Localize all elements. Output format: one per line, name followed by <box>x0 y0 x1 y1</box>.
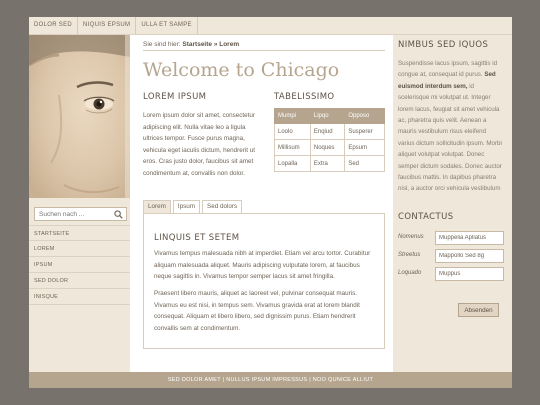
left-nav-item-sed-dolor[interactable]: SED DOLOR <box>29 273 130 289</box>
loquado-field[interactable] <box>435 267 504 281</box>
tab-lorem[interactable]: Lorem <box>143 200 171 213</box>
left-nav: STARTSEITE LOREM IPSUM SED DOLOR INISQUE <box>29 225 130 305</box>
nomenus-label: Nomenus <box>398 234 424 240</box>
nomenus-field[interactable] <box>435 231 504 245</box>
contact-heading: CONTACTUS <box>398 212 454 222</box>
tab-panel-paragraph: Praesent libero mauris, aliquet ac laore… <box>154 290 360 332</box>
table-header-row: Mumpi Lipqo Opposo <box>274 108 385 124</box>
lorem-paragraph: Lorem ipsum dolor sit amet, consectetur … <box>143 112 256 177</box>
breadcrumb: Sie sind hier: Startseite » Lorem <box>143 41 239 48</box>
top-nav-item-dolor-sed[interactable]: DOLOR SED <box>29 17 79 34</box>
left-nav-item-inisque[interactable]: INISQUE <box>29 289 130 305</box>
table-header-cell: Opposo <box>344 108 385 124</box>
nimbus-text: id scelerisque mi volutpat ut. Integer l… <box>398 82 502 193</box>
table-heading: TABELISSIMO <box>274 92 335 102</box>
streetus-field[interactable] <box>435 249 504 263</box>
search-box <box>34 207 127 221</box>
tab-panel: LINQUIS ET SETEM Vivamus tempus malesuad… <box>143 213 385 349</box>
left-nav-item-ipsum[interactable]: IPSUM <box>29 257 130 273</box>
search-input[interactable] <box>35 208 111 220</box>
table-row: Loolo Enqiud Susperer <box>274 123 385 140</box>
top-nav-item-ulla-et-sampe[interactable]: ULLA ET SAMPE <box>136 17 198 34</box>
table-cell: Sed <box>344 155 385 172</box>
table-cell: Susperer <box>344 123 385 140</box>
breadcrumb-path[interactable]: Startseite » Lorem <box>182 41 239 48</box>
data-table: Mumpi Lipqo Opposo Loolo Enqiud Susperer… <box>274 108 385 172</box>
streetus-label: Streetus <box>398 252 421 258</box>
right-sidebar: NIMBUS SED IQUOS Suspendisse lacus ipsum… <box>393 35 512 372</box>
footer: SED DOLOR AMET | NULLUS IPSUM IMPRESSUS … <box>29 372 512 388</box>
breadcrumb-prefix: Sie sind hier: <box>143 41 181 48</box>
table-cell: Epsum <box>344 139 385 156</box>
breadcrumb-divider <box>143 50 385 51</box>
table-header-cell: Mumpi <box>274 108 311 124</box>
left-sidebar: STARTSEITE LOREM IPSUM SED DOLOR INISQUE <box>29 35 130 372</box>
table-cell: Noques <box>309 139 346 156</box>
tab-sed-dolors[interactable]: Sed dolors <box>202 200 243 213</box>
top-nav: DOLOR SED NIQUIS EPSUM ULLA ET SAMPE <box>29 17 512 35</box>
table-cell: Loolo <box>274 123 311 140</box>
table-row: Lopalla Extra Sed <box>274 155 385 172</box>
form-row-loquado: Loquado <box>398 267 508 281</box>
content-tabs: Lorem Ipsum Sed dolors <box>143 200 244 213</box>
search-icon[interactable] <box>114 210 123 219</box>
nimbus-paragraph: Suspendisse lacus ipsum, sagittis id con… <box>398 58 504 195</box>
top-nav-item-niquis-epsum[interactable]: NIQUIS EPSUM <box>78 17 137 34</box>
loquado-label: Loquado <box>398 270 422 276</box>
table-cell: Lopalla <box>274 155 311 172</box>
nimbus-text: Suspendisse lacus ipsum, sagittis id con… <box>398 60 498 79</box>
send-button[interactable]: Absenden <box>458 303 499 317</box>
table-cell: Millisum <box>274 139 311 156</box>
form-row-streetus: Streetus <box>398 249 508 263</box>
page-title: Welcome to Chicago <box>143 59 340 81</box>
tab-panel-heading: LINQUIS ET SETEM <box>154 233 240 243</box>
table-header-cell: Lipqo <box>309 108 346 124</box>
left-nav-item-lorem[interactable]: LOREM <box>29 241 130 257</box>
table-row: Millisum Noques Epsum <box>274 139 385 156</box>
tab-panel-paragraph: Vivamus tempus malesuada nibh at imperdi… <box>154 250 371 280</box>
page: DOLOR SED NIQUIS EPSUM ULLA ET SAMPE Suc… <box>29 17 512 388</box>
tab-ipsum[interactable]: Ipsum <box>172 200 201 213</box>
lorem-heading: LOREM IPSUM <box>143 92 207 102</box>
nimbus-heading: NIMBUS SED IQUOS <box>398 40 489 50</box>
left-nav-item-startseite[interactable]: STARTSEITE <box>29 225 130 241</box>
table-cell: Enqiud <box>309 123 346 140</box>
portrait-image <box>29 35 130 198</box>
form-row-nomenus: Nomenus <box>398 231 508 245</box>
table-cell: Extra <box>309 155 346 172</box>
